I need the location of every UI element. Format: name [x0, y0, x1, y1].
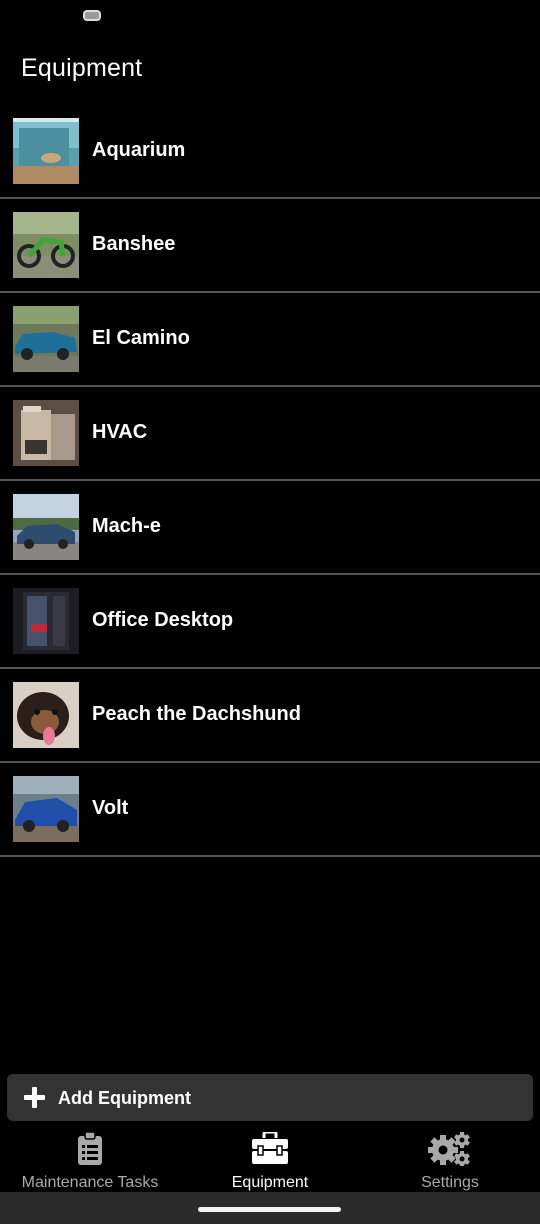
- tab-label: Settings: [421, 1174, 479, 1191]
- gears-icon: [428, 1132, 472, 1171]
- notification-icon: [83, 10, 101, 21]
- furnace-photo: [13, 400, 79, 466]
- page-title: Equipment: [21, 54, 143, 82]
- equipment-item-peach-the-dachshund[interactable]: Peach the Dachshund: [0, 669, 540, 763]
- bottom-tab-bar: Maintenance Tasks Equipment Settings: [0, 1124, 540, 1192]
- equipment-list: Aquarium Banshee El Camino HVAC Mach-e O…: [0, 105, 540, 857]
- plus-icon: [24, 1087, 45, 1108]
- blue-suv-photo: [13, 494, 79, 560]
- equipment-name: Aquarium: [92, 139, 186, 161]
- equipment-item-aquarium[interactable]: Aquarium: [0, 105, 540, 199]
- equipment-name: El Camino: [92, 327, 190, 349]
- tab-label: Equipment: [231, 1174, 309, 1191]
- equipment-item-el-camino[interactable]: El Camino: [0, 293, 540, 387]
- home-indicator[interactable]: [198, 1207, 341, 1212]
- equipment-item-mach-e[interactable]: Mach-e: [0, 481, 540, 575]
- clipboard-icon: [77, 1131, 103, 1171]
- equipment-name: Banshee: [92, 233, 176, 255]
- pc-tower-photo: [13, 588, 79, 654]
- equipment-name: Peach the Dachshund: [92, 703, 301, 725]
- toolbox-icon: [252, 1130, 288, 1169]
- status-bar: [0, 0, 540, 36]
- tab-equipment[interactable]: Equipment: [180, 1124, 360, 1192]
- tab-label: Maintenance Tasks: [21, 1174, 159, 1191]
- equipment-item-volt[interactable]: Volt: [0, 763, 540, 857]
- equipment-item-hvac[interactable]: HVAC: [0, 387, 540, 481]
- add-equipment-label: Add Equipment: [58, 1088, 191, 1108]
- tab-maintenance-tasks[interactable]: Maintenance Tasks: [0, 1124, 180, 1192]
- equipment-name: Mach-e: [92, 515, 161, 537]
- aquarium-photo: [13, 118, 79, 184]
- dachshund-photo: [13, 682, 79, 748]
- tab-settings[interactable]: Settings: [360, 1124, 540, 1192]
- dirt-bike-photo: [13, 212, 79, 278]
- equipment-name: HVAC: [92, 421, 148, 443]
- equipment-item-office-desktop[interactable]: Office Desktop: [0, 575, 540, 669]
- blue-hatchback-photo: [13, 776, 79, 842]
- system-navigation-bar: [0, 1192, 540, 1224]
- equipment-item-banshee[interactable]: Banshee: [0, 199, 540, 293]
- equipment-name: Office Desktop: [92, 609, 234, 631]
- blue-classic-car-photo: [13, 306, 79, 372]
- add-equipment-button[interactable]: Add Equipment: [7, 1074, 533, 1121]
- equipment-name: Volt: [92, 797, 129, 819]
